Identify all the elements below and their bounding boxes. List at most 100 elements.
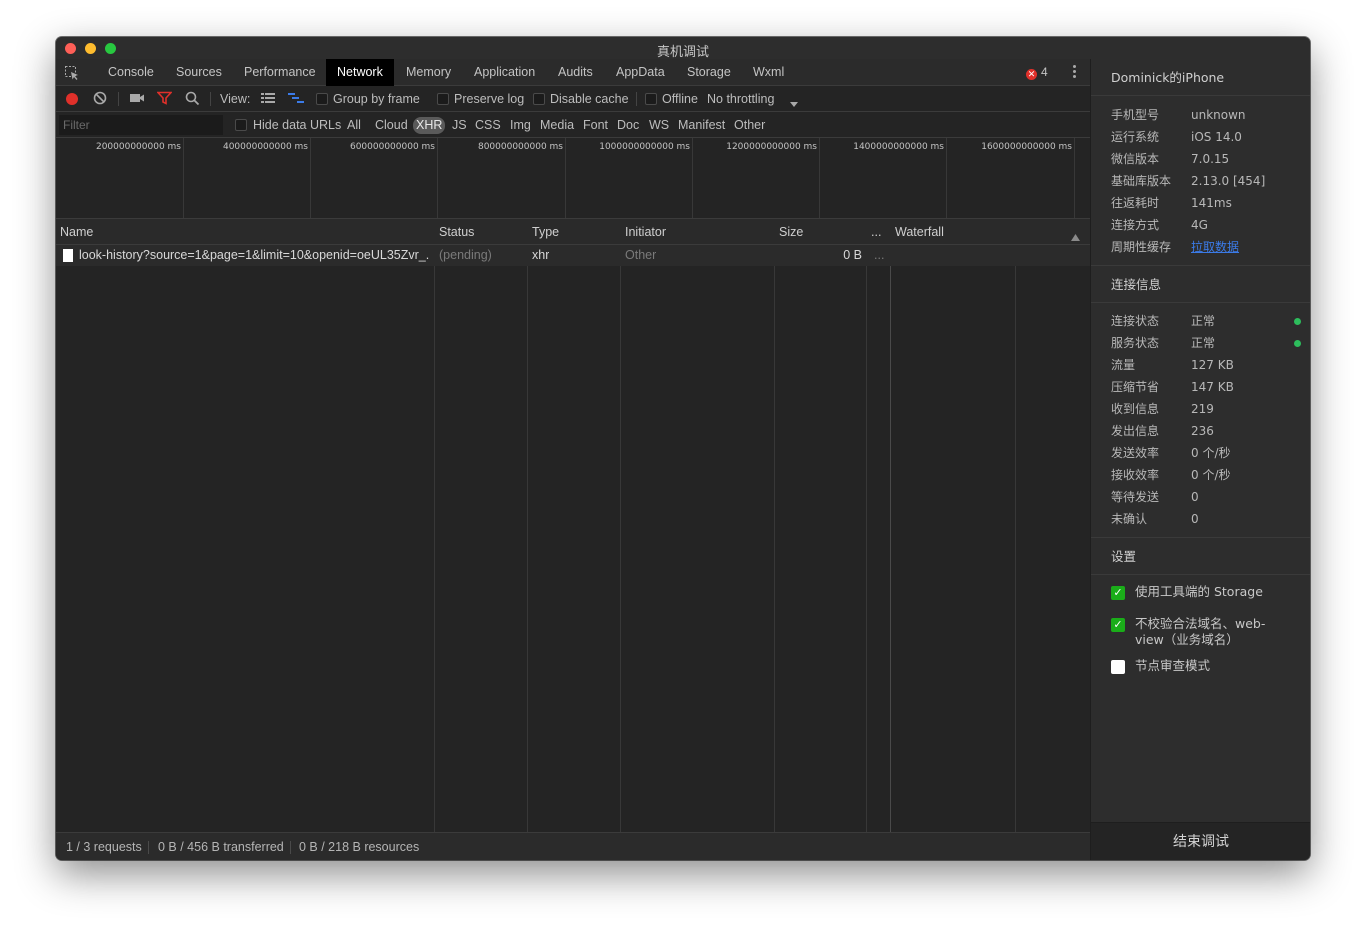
inspect-element-icon[interactable] <box>64 65 80 81</box>
overview-tick-label: 1200000000000 ms <box>726 142 817 152</box>
checkbox-checked-icon[interactable]: ✓ <box>1111 586 1125 600</box>
device-info-row: 手机型号 unknown <box>1111 104 1301 126</box>
tab-network[interactable]: Network <box>326 59 394 86</box>
checkbox-checked-icon[interactable]: ✓ <box>1111 618 1125 632</box>
disable-cache-label: Disable cache <box>550 92 629 106</box>
capture-screenshots-icon[interactable] <box>129 91 145 110</box>
preserve-log-checkbox[interactable] <box>437 93 449 105</box>
throttling-select[interactable]: No throttling <box>707 86 774 112</box>
setting-label: 不校验合法域名、web-view（业务域名） <box>1135 616 1266 647</box>
info-value: iOS 14.0 <box>1191 130 1242 144</box>
status-dot <box>1294 340 1301 347</box>
filter-type-cloud[interactable]: Cloud <box>374 117 409 134</box>
chevron-down-icon[interactable] <box>790 95 798 113</box>
filter-type-all[interactable]: All <box>346 117 362 134</box>
offline-checkbox[interactable] <box>645 93 657 105</box>
request-initiator: Other <box>625 248 657 262</box>
filter-type-img[interactable]: Img <box>509 117 532 134</box>
column-header-initiator[interactable]: Initiator <box>621 219 666 245</box>
tab-sources[interactable]: Sources <box>165 59 233 86</box>
filter-type-ws[interactable]: WS <box>648 117 670 134</box>
waterfall-gridline <box>1015 219 1016 832</box>
tab-application[interactable]: Application <box>463 59 546 86</box>
search-icon[interactable] <box>185 91 200 111</box>
connection-info-row: 流量 127 KB <box>1111 354 1301 376</box>
info-key: 接收效率 <box>1111 468 1160 482</box>
tab-storage[interactable]: Storage <box>676 59 742 86</box>
tab-audits[interactable]: Audits <box>547 59 604 86</box>
info-value: 236 <box>1191 424 1214 438</box>
info-key: 收到信息 <box>1111 402 1160 416</box>
overview-tick-label: 1600000000000 ms <box>981 142 1072 152</box>
clear-icon[interactable] <box>93 91 107 110</box>
node-inspect-mode-setting[interactable]: 节点审查模式 <box>1111 658 1301 678</box>
record-button[interactable] <box>66 93 78 105</box>
filter-type-js[interactable]: JS <box>451 117 468 134</box>
sort-ascending-icon[interactable] <box>1071 228 1080 246</box>
device-info-row: 运行系统 iOS 14.0 <box>1111 126 1301 148</box>
more-options-icon[interactable] <box>1071 65 1077 81</box>
column-header-time[interactable]: ... <box>867 219 881 245</box>
toolbar-divider <box>636 92 637 106</box>
end-debug-button[interactable]: 结束调试 <box>1091 822 1310 860</box>
tab-performance[interactable]: Performance <box>233 59 327 86</box>
info-key: 未确认 <box>1111 512 1148 526</box>
request-size: 0 B <box>843 248 862 262</box>
filter-type-media[interactable]: Media <box>539 117 575 134</box>
disable-cache-checkbox[interactable] <box>533 93 545 105</box>
fetch-data-link[interactable]: 拉取数据 <box>1191 236 1239 258</box>
info-value: 2.13.0 [454] <box>1191 174 1266 188</box>
filter-type-font[interactable]: Font <box>582 117 609 134</box>
column-header-type[interactable]: Type <box>528 219 559 245</box>
request-type: xhr <box>532 248 550 262</box>
tab-memory[interactable]: Memory <box>395 59 462 86</box>
tab-bar: Console Sources Performance Network Memo… <box>56 59 1090 86</box>
remote-debug-sidebar: Dominick的iPhone 手机型号 unknown 运行系统 iOS 14.0… <box>1090 59 1310 860</box>
checkbox-unchecked-icon[interactable] <box>1111 660 1125 674</box>
filter-bar: Hide data URLs All Cloud XHR JS CSS Img … <box>56 112 1090 138</box>
info-value: 0 个/秒 <box>1191 446 1231 460</box>
column-header-status[interactable]: Status <box>435 219 474 245</box>
filter-type-doc[interactable]: Doc <box>616 117 640 134</box>
filter-type-other[interactable]: Other <box>733 117 766 134</box>
connection-info-row: 未确认 0 <box>1111 508 1301 530</box>
overview-waterfall-icon[interactable] <box>288 92 305 110</box>
filter-type-css[interactable]: CSS <box>474 117 502 134</box>
request-name[interactable]: look-history?source=1&page=1&limit=10&op… <box>79 245 429 266</box>
requests-table: Name Status Type Initiator Size ... Wate… <box>56 219 1090 832</box>
table-row[interactable]: look-history?source=1&page=1&limit=10&op… <box>56 245 1090 266</box>
group-by-frame-checkbox[interactable] <box>316 93 328 105</box>
view-label: View: <box>220 92 251 106</box>
filter-type-manifest[interactable]: Manifest <box>677 117 726 134</box>
hide-data-urls-checkbox[interactable] <box>235 119 247 131</box>
tab-wxml[interactable]: Wxml <box>742 59 795 86</box>
status-divider <box>148 841 149 854</box>
device-info-row: 周期性缓存 拉取数据 <box>1111 236 1301 258</box>
tab-appdata[interactable]: AppData <box>605 59 676 86</box>
info-value: 147 KB <box>1191 380 1234 394</box>
info-value: 141ms <box>1191 196 1232 210</box>
large-rows-icon[interactable] <box>261 92 276 110</box>
devtools-panel: Console Sources Performance Network Memo… <box>56 59 1090 860</box>
column-header-waterfall[interactable]: Waterfall <box>891 219 944 245</box>
tab-console[interactable]: Console <box>97 59 165 86</box>
connection-info-row: 收到信息 219 <box>1111 398 1301 420</box>
column-divider <box>866 219 867 832</box>
filter-type-xhr[interactable]: XHR <box>413 117 446 134</box>
preserve-log-label: Preserve log <box>454 92 525 106</box>
info-key: 连接方式 <box>1111 218 1160 232</box>
error-count-badge[interactable]: ✕ 4 <box>1026 64 1048 80</box>
filter-icon[interactable] <box>156 91 173 110</box>
network-overview[interactable]: 200000000000 ms 400000000000 ms 60000000… <box>56 138 1090 219</box>
use-tool-storage-setting[interactable]: ✓ 使用工具端的 Storage <box>1111 584 1301 604</box>
filter-input[interactable] <box>59 115 223 135</box>
column-header-size[interactable]: Size <box>775 219 803 245</box>
column-header-name[interactable]: Name <box>56 219 93 245</box>
device-info-row: 基础库版本 2.13.0 [454] <box>1111 170 1301 192</box>
device-info-row: 连接方式 4G <box>1111 214 1301 236</box>
info-key: 发出信息 <box>1111 424 1160 438</box>
status-divider <box>290 841 291 854</box>
skip-domain-check-setting[interactable]: ✓ 不校验合法域名、web-view（业务域名） <box>1111 616 1301 650</box>
offline-label: Offline <box>662 92 698 106</box>
info-value: 0 <box>1191 490 1199 504</box>
